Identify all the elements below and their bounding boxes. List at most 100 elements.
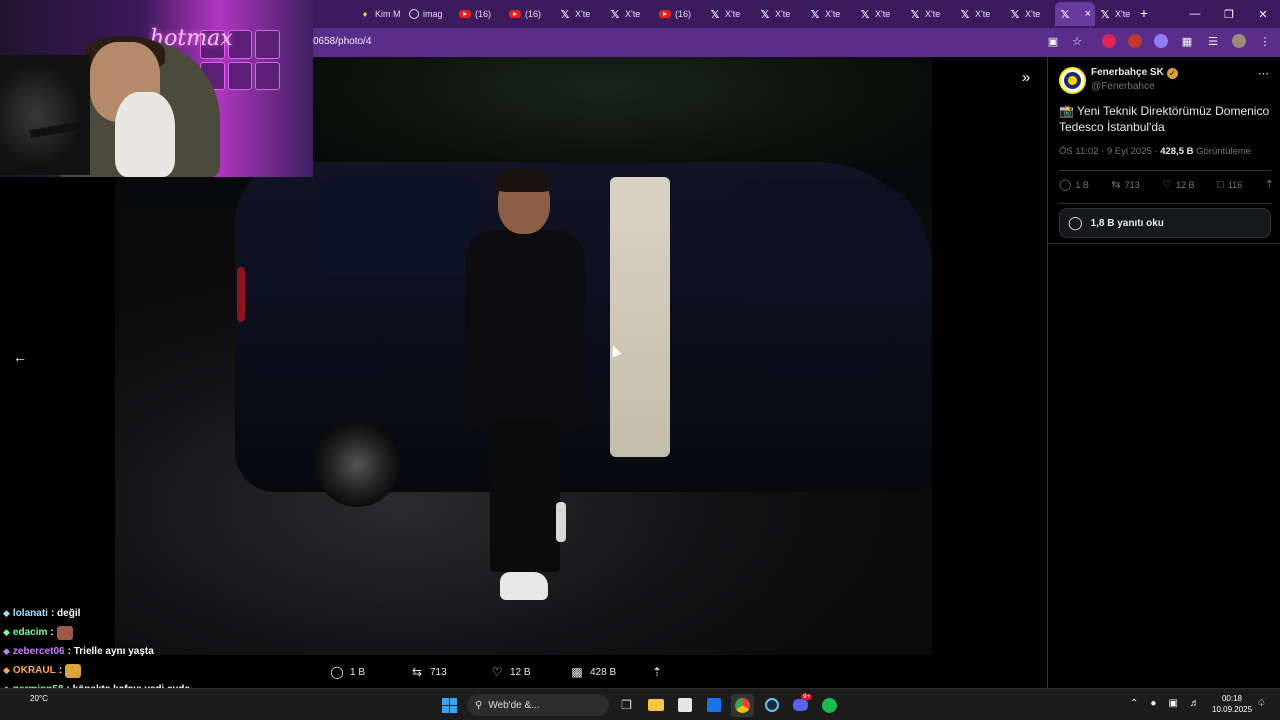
repost-button[interactable]: ⇆ 713 (410, 665, 490, 679)
volume-icon[interactable]: ♬ (1190, 698, 1200, 709)
chrome-icon[interactable] (731, 693, 754, 717)
author-name-row[interactable]: Fenerbahçe SK ✓ (1091, 67, 1178, 79)
install-app-icon[interactable]: ▣ (1046, 34, 1060, 48)
restore-button[interactable]: ❐ (1212, 0, 1246, 28)
divider (1048, 243, 1280, 244)
photo-van-taillight (237, 267, 245, 322)
screen: ♦ Kim M imag (16) (16) 𝕏 X'te 𝕏 X'te (16) 𝕏 X'… (0, 0, 1280, 720)
chat-username: OKRAUL (12, 665, 56, 676)
browser-tab[interactable]: 𝕏 X'te (755, 2, 805, 26)
streamer-webcam-overlay: hotmax (0, 0, 313, 177)
sidebar-bookmark-button[interactable]: □ 116 (1217, 178, 1242, 191)
expand-sidebar-icon[interactable]: » (1016, 67, 1036, 87)
file-explorer-icon[interactable] (644, 694, 667, 717)
browser-tab[interactable]: imag (405, 2, 455, 26)
heart-icon: ♡ (491, 665, 503, 679)
network-icon[interactable]: ▣ (1168, 698, 1177, 709)
tab-title: Kim M (375, 9, 401, 19)
youtube-icon (659, 10, 671, 18)
browser-tab[interactable]: ♦ Kim M (355, 2, 405, 26)
browser-tab[interactable]: 𝕏 X'te (605, 2, 655, 26)
steam-icon[interactable] (760, 694, 783, 717)
taskbar-search[interactable]: ⚲ Web'de &... (467, 694, 609, 716)
read-replies-label: 1,8 B yanıtı oku (1090, 217, 1164, 229)
reply-button[interactable]: ◯ 1 B (330, 665, 410, 679)
image-icon (409, 9, 419, 19)
author-name[interactable]: Fenerbahçe SK (1091, 67, 1164, 78)
photo-person-hair (496, 168, 552, 192)
sidebar-like-button[interactable]: ♡ 12 B (1162, 178, 1194, 191)
browser-menu-icon[interactable]: ⋮ (1258, 34, 1272, 48)
browser-tab[interactable]: (16) (455, 2, 505, 26)
share-button[interactable]: ⇡ (650, 665, 730, 679)
views-button[interactable]: ▩ 428 B (570, 665, 650, 679)
post-actions: ◯ 1 B ⇆ 713 ♡ 12 B □ 116 ⇡ (1059, 178, 1274, 192)
purple-extension-icon[interactable] (1154, 34, 1168, 48)
sidebar-repost-button[interactable]: ⇆ 713 (1111, 178, 1139, 191)
bookmark-count: 116 (1227, 179, 1243, 190)
minimize-button[interactable]: — (1178, 0, 1212, 28)
tab-title: X'te (575, 9, 591, 19)
x-icon: 𝕏 (1010, 8, 1020, 21)
x-icon: 𝕏 (760, 8, 770, 21)
microphone-tray-icon[interactable]: ● (1150, 698, 1156, 709)
photo-van-window (735, 182, 925, 302)
author-avatar[interactable] (1059, 67, 1086, 94)
url-text[interactable]: 0658/photo/4 (313, 36, 371, 47)
browser-tab[interactable]: (16) (655, 2, 705, 26)
start-button[interactable] (438, 694, 461, 717)
bookmark-star-icon[interactable]: ☆ (1070, 34, 1084, 48)
spotify-icon[interactable] (818, 694, 841, 717)
post-detail-sidebar: Fenerbahçe SK ✓ @Fenerbahce ⋯ 📸 Yeni Tekn… (1047, 57, 1280, 688)
chevron-up-icon[interactable]: ⌃ (1130, 698, 1138, 709)
reply-count: 1 B (1075, 179, 1089, 190)
task-view-icon[interactable]: ❐ (615, 694, 638, 717)
tab-title: X'te (725, 9, 741, 19)
notification-bell-icon[interactable]: ♤ (1257, 698, 1266, 709)
ublock-extension-icon[interactable] (1102, 34, 1116, 48)
microphone (0, 55, 90, 175)
repost-count: 713 (430, 666, 447, 678)
post-timestamp[interactable]: ÖS 11:02 · 9 Eyl 2025 · (1059, 146, 1160, 157)
tab-title: X'te (1115, 9, 1131, 19)
browser-tab[interactable]: 𝕏 × (1055, 2, 1095, 26)
system-tray: ⌃ ● ▣ ♬ (1130, 698, 1200, 709)
new-tab-button[interactable]: + (1137, 5, 1151, 21)
sidebar-reply-button[interactable]: ◯ 1 B (1059, 178, 1089, 191)
browser-tab[interactable]: 𝕏 X'te (705, 2, 755, 26)
puzzle-extensions-icon[interactable]: ▦ (1180, 34, 1194, 48)
chat-badge-icon: ◆ (3, 608, 10, 618)
more-options-icon[interactable]: ⋯ (1258, 67, 1269, 80)
previous-photo-button[interactable]: ← (10, 347, 30, 367)
tab-title: X'te (925, 9, 941, 19)
browser-tab[interactable]: 𝕏 X'te (855, 2, 905, 26)
chat-badge-icon: ◆ (3, 665, 10, 675)
store-icon[interactable] (673, 694, 696, 717)
close-tab-icon[interactable]: × (1085, 8, 1091, 20)
profile-avatar[interactable] (1232, 34, 1246, 48)
author-handle[interactable]: @Fenerbahce (1091, 81, 1155, 92)
like-button[interactable]: ♡ 12 B (490, 665, 570, 679)
close-window-button[interactable]: ✕ (1246, 0, 1280, 28)
browser-tab[interactable]: (16) (505, 2, 555, 26)
weather-widget[interactable]: 20°C (30, 694, 48, 703)
reply-count: 1 B (350, 666, 366, 678)
read-replies-button[interactable]: ◯ 1,8 B yanıtı oku (1059, 208, 1271, 238)
address-bar-icons: ▣ ☆ (1046, 34, 1084, 48)
x-icon: 𝕏 (1060, 8, 1070, 21)
outlook-icon[interactable] (702, 694, 725, 717)
browser-tab[interactable]: 𝕏 X'te (1005, 2, 1055, 26)
browser-tab[interactable]: 𝕏 X'te (955, 2, 1005, 26)
system-clock[interactable]: 00:18 10.09.2025 (1212, 693, 1252, 715)
divider (1059, 203, 1271, 204)
browser-tab[interactable]: 𝕏 X'te (805, 2, 855, 26)
chat-text: : (58, 665, 63, 676)
post-text: 📸 Yeni Teknik Direktörümüz Domenico Tede… (1059, 104, 1270, 134)
sidebar-share-button[interactable]: ⇡ (1265, 178, 1274, 191)
browser-tab[interactable]: 𝕏 X'te (905, 2, 955, 26)
media-controls-icon[interactable]: ☰ (1206, 34, 1220, 48)
photo-person (460, 168, 610, 627)
browser-tab[interactable]: 𝕏 X'te (555, 2, 605, 26)
discord-icon[interactable]: 9+ (789, 693, 812, 717)
red-extension-icon[interactable] (1128, 34, 1142, 48)
